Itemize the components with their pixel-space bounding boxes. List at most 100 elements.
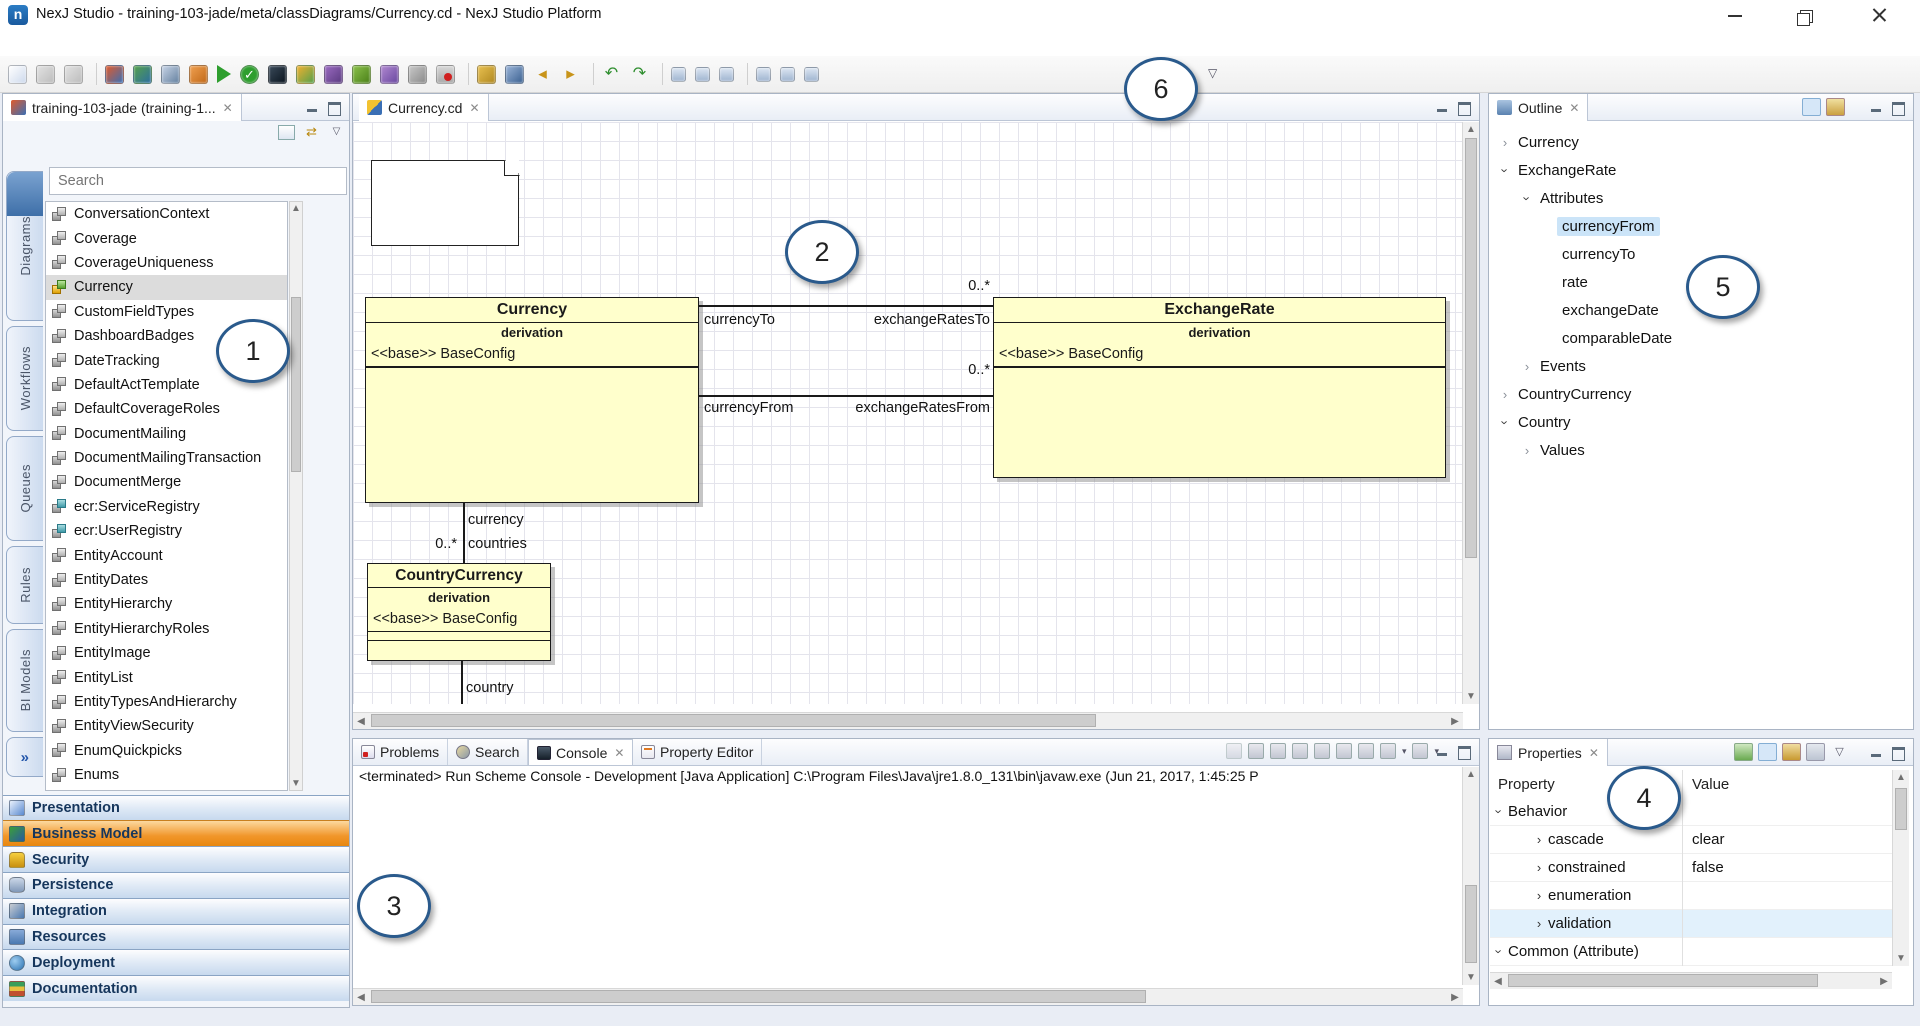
class-box-country-currency[interactable]: CountryCurrency derivation <<base>> Base… bbox=[367, 563, 551, 661]
chevron-icon[interactable]: › bbox=[1530, 832, 1548, 847]
console-vertical-scrollbar[interactable]: ▲ ▼ bbox=[1462, 767, 1479, 985]
minimize-console-icon[interactable] bbox=[1435, 745, 1449, 757]
show-advanced-icon[interactable] bbox=[1806, 743, 1825, 761]
open-console-icon[interactable] bbox=[1412, 743, 1428, 759]
minimize-editor-icon[interactable] bbox=[1435, 101, 1449, 113]
menu-item[interactable] bbox=[100, 35, 120, 43]
scroll-up-icon[interactable]: ▲ bbox=[1463, 769, 1479, 780]
chevron-icon[interactable]: › bbox=[1530, 860, 1548, 875]
menu-item[interactable] bbox=[60, 35, 80, 43]
layer-section-bar[interactable]: Documentation bbox=[3, 975, 349, 1001]
toolbar-button[interactable] bbox=[240, 65, 264, 84]
minimize-outline-icon[interactable] bbox=[1869, 101, 1883, 113]
tree-scrollbar[interactable]: ▲ ▼ bbox=[289, 201, 303, 791]
scroll-left-icon[interactable]: ◀ bbox=[1493, 976, 1503, 987]
chevron-icon[interactable]: › bbox=[1497, 135, 1513, 150]
property-row[interactable]: ›Behavior bbox=[1490, 798, 1892, 826]
maximize-editor-icon[interactable] bbox=[1457, 101, 1471, 113]
category-tab[interactable]: BI Models bbox=[6, 629, 43, 732]
scrollbar-thumb[interactable] bbox=[291, 297, 301, 472]
toolbar-button[interactable] bbox=[105, 65, 129, 84]
menu-item[interactable] bbox=[120, 35, 140, 43]
category-tab[interactable]: Rules bbox=[6, 546, 43, 624]
chevron-icon[interactable]: › bbox=[1497, 387, 1513, 402]
outline-item[interactable]: › Currency bbox=[1489, 128, 1913, 156]
minimize-button[interactable] bbox=[1712, 0, 1758, 30]
property-row[interactable]: ›cascade clear bbox=[1490, 826, 1892, 854]
tree-item[interactable]: EntityAccount bbox=[46, 543, 287, 567]
toolbar-button[interactable] bbox=[296, 65, 320, 84]
clear-console-icon[interactable] bbox=[1292, 743, 1308, 759]
property-row[interactable]: ›enumeration bbox=[1490, 882, 1892, 910]
toolbar-button[interactable] bbox=[477, 65, 501, 84]
scroll-down-icon[interactable]: ▼ bbox=[290, 778, 302, 789]
navigator-tab[interactable]: training-103-jade (training-1... ✕ bbox=[3, 94, 242, 121]
display-console-icon[interactable] bbox=[1380, 743, 1396, 759]
tree-item[interactable]: DocumentMerge bbox=[46, 470, 287, 494]
toolbar-button[interactable] bbox=[408, 65, 432, 84]
toolbar-button[interactable] bbox=[630, 65, 654, 84]
editor-tab-currency-cd[interactable]: Currency.cd ✕ bbox=[359, 94, 489, 121]
view-menu-icon[interactable]: ▽ bbox=[328, 125, 345, 140]
category-tab[interactable]: Workflows bbox=[6, 326, 43, 431]
layer-section-bar[interactable]: Resources bbox=[3, 924, 349, 950]
tree-item[interactable]: EntityTypesAndHierarchy bbox=[46, 690, 287, 714]
scroll-up-icon[interactable]: ▲ bbox=[290, 203, 302, 214]
association-line-countries[interactable] bbox=[463, 503, 465, 563]
minimize-panel-icon[interactable] bbox=[305, 101, 319, 113]
console-output[interactable] bbox=[354, 791, 1463, 985]
outline-item[interactable]: › ExchangeRate bbox=[1489, 156, 1913, 184]
toolbar-button[interactable] bbox=[161, 65, 185, 84]
scroll-left-icon[interactable]: ◀ bbox=[356, 716, 366, 727]
maximize-console-icon[interactable] bbox=[1457, 745, 1471, 757]
layer-section-bar[interactable]: Presentation bbox=[3, 795, 349, 821]
category-tab[interactable]: » bbox=[6, 737, 43, 777]
menu-item[interactable] bbox=[40, 35, 60, 43]
toolbar-overflow-icon[interactable]: ▽ bbox=[1208, 66, 1217, 80]
scroll-down-icon[interactable]: ▼ bbox=[1893, 953, 1909, 964]
chevron-icon[interactable]: › bbox=[1498, 414, 1513, 430]
toolbar-button[interactable] bbox=[533, 65, 557, 84]
outline-item[interactable]: › Attributes bbox=[1489, 184, 1913, 212]
tree-item[interactable]: EntityViewSecurity bbox=[46, 714, 287, 738]
association-line-country[interactable] bbox=[461, 661, 463, 704]
tree-item[interactable]: Enums bbox=[46, 763, 287, 787]
property-row[interactable]: ›constrained false bbox=[1490, 854, 1892, 882]
remove-all-launches-icon[interactable] bbox=[1270, 743, 1286, 759]
remove-launch-icon[interactable] bbox=[1248, 743, 1264, 759]
tree-item[interactable]: EnumQuickpicks bbox=[46, 739, 287, 763]
toolbar-button[interactable] bbox=[436, 65, 460, 84]
tree-item[interactable]: ecr:UserRegistry bbox=[46, 519, 287, 543]
menu-item[interactable] bbox=[140, 35, 160, 43]
toolbar-button[interactable] bbox=[695, 67, 715, 82]
menu-item[interactable] bbox=[80, 35, 100, 43]
chevron-icon[interactable]: › bbox=[1530, 888, 1548, 903]
toolbar-button[interactable] bbox=[189, 65, 213, 84]
category-tab[interactable]: Queues bbox=[6, 436, 43, 541]
scroll-up-icon[interactable]: ▲ bbox=[1463, 124, 1479, 135]
console-area-tab[interactable]: Problems bbox=[353, 739, 448, 765]
table-view-mode-icon[interactable] bbox=[1826, 98, 1845, 116]
toolbar-button[interactable] bbox=[780, 67, 800, 82]
scroll-right-icon[interactable]: ▶ bbox=[1450, 992, 1460, 1003]
outline-item[interactable]: › CountryCurrency bbox=[1489, 380, 1913, 408]
layer-section-bar[interactable]: Business Model bbox=[3, 820, 349, 846]
tree-view-mode-icon[interactable] bbox=[1802, 98, 1821, 116]
chevron-icon[interactable]: › bbox=[1492, 943, 1507, 961]
toolbar-button[interactable] bbox=[324, 65, 348, 84]
outline-item[interactable]: › comparableDate bbox=[1489, 324, 1913, 352]
scroll-right-icon[interactable]: ▶ bbox=[1450, 716, 1460, 727]
toolbar-button[interactable] bbox=[133, 65, 157, 84]
chevron-icon[interactable]: › bbox=[1519, 359, 1535, 374]
pin-property-icon[interactable] bbox=[1734, 743, 1753, 761]
search-input[interactable] bbox=[49, 167, 347, 195]
layer-section-bar[interactable]: Integration bbox=[3, 898, 349, 924]
toolbar-button[interactable] bbox=[8, 65, 32, 84]
tree-item[interactable]: EntityDates bbox=[46, 568, 287, 592]
chevron-icon[interactable]: › bbox=[1492, 803, 1507, 821]
properties-tab[interactable]: Properties ✕ bbox=[1489, 739, 1608, 766]
close-button[interactable] bbox=[1856, 0, 1902, 30]
word-wrap-icon[interactable] bbox=[1336, 743, 1352, 759]
layer-section-bar[interactable]: Deployment bbox=[3, 949, 349, 975]
scrollbar-thumb[interactable] bbox=[1508, 974, 1818, 987]
